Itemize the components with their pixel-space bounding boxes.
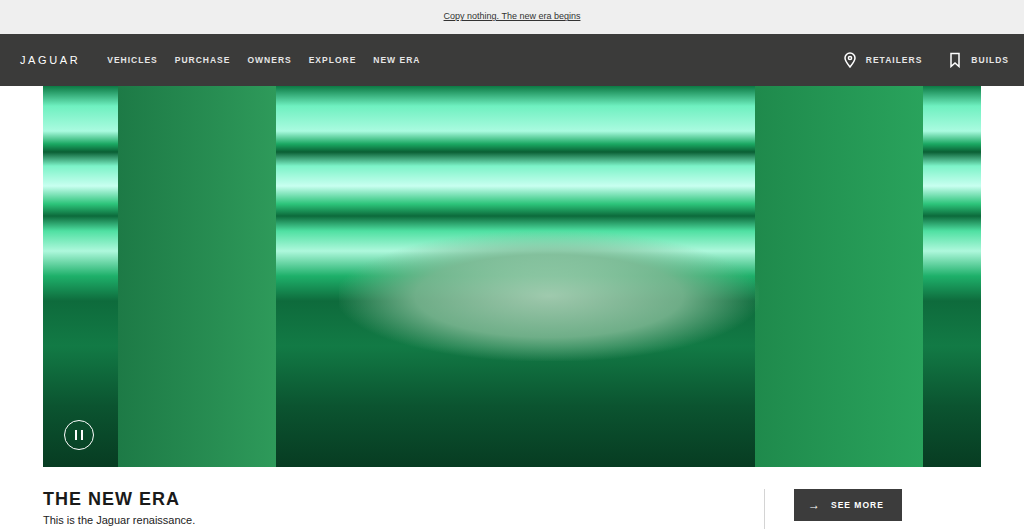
nav-action[interactable]: RETAILERS — [843, 52, 923, 68]
jaguar-logo[interactable]: JAGUAR — [20, 52, 80, 69]
nav-item[interactable]: NEW ERA — [373, 54, 420, 67]
hero-video — [43, 86, 981, 467]
section-text-line: This is the Jaguar renaissance. — [43, 513, 764, 527]
arrow-icon: → — [808, 499, 821, 511]
nav-item[interactable]: EXPLORE — [309, 54, 357, 67]
nav-action-label: RETAILERS — [866, 54, 923, 67]
nav-action[interactable]: BUILDS — [948, 52, 1009, 68]
new-era-section: THE NEW ERA This is the Jaguar renaissan… — [0, 467, 1024, 529]
section-text: THE NEW ERA This is the Jaguar renaissan… — [43, 489, 765, 529]
pause-button[interactable] — [64, 420, 94, 450]
car-shape — [339, 231, 759, 361]
main-navbar: JAGUAR VEHICLES PURCHASE OWNERS EXPLORE NEW … — [0, 34, 1024, 86]
nav-menu: VEHICLES PURCHASE OWNERS EXPLORE NEW ERA — [107, 54, 420, 67]
section-title: THE NEW ERA — [43, 489, 764, 511]
location-pin-icon — [843, 52, 857, 68]
announcement-link[interactable]: Copy nothing. The new era begins — [444, 10, 581, 24]
nav-item[interactable]: OWNERS — [247, 54, 291, 67]
announcement-bar: Copy nothing. The new era begins — [0, 0, 1024, 34]
bookmark-icon — [948, 52, 962, 68]
pause-bar — [75, 430, 77, 440]
see-more-label: SEE MORE — [831, 499, 884, 512]
nav-item[interactable]: VEHICLES — [107, 54, 158, 67]
pause-bar — [81, 430, 83, 440]
hero-area — [0, 86, 1024, 467]
nav-item[interactable]: PURCHASE — [175, 54, 231, 67]
nav-action-label: BUILDS — [971, 54, 1009, 67]
see-more-button[interactable]: → SEE MORE — [794, 489, 902, 521]
nav-actions: RETAILERS BUILDS — [843, 52, 1009, 68]
